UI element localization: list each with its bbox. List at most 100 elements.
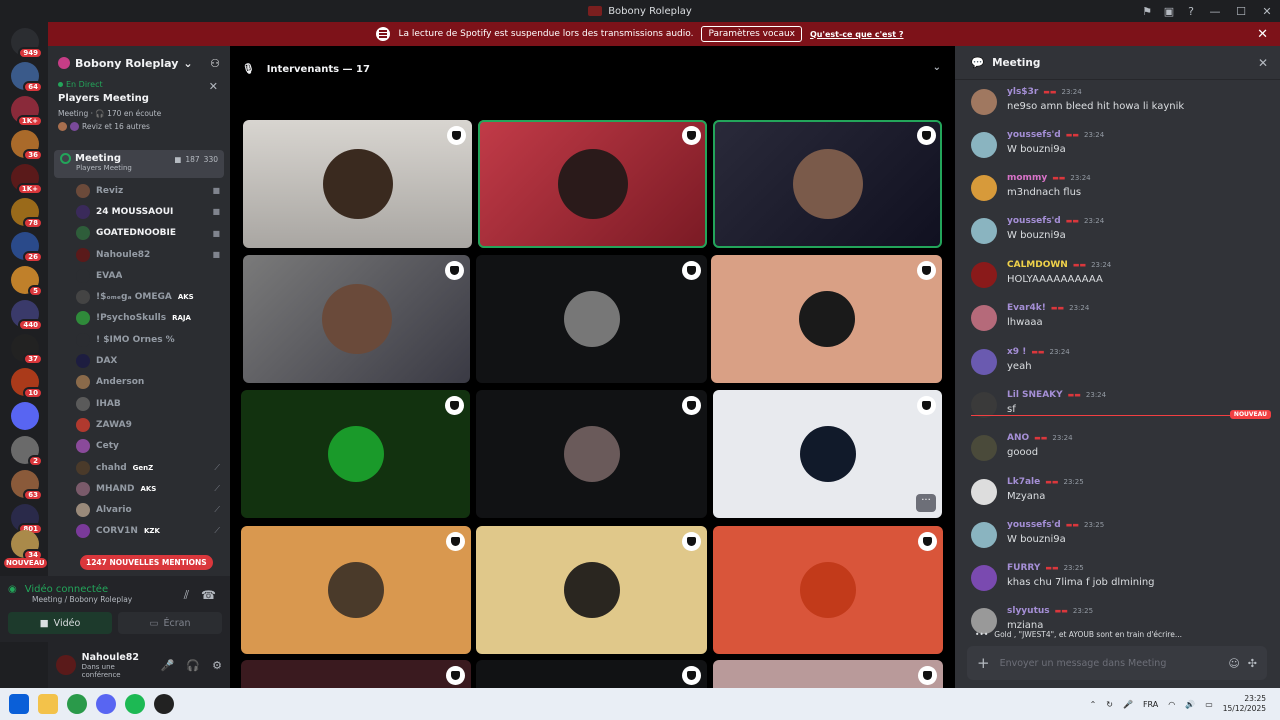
chat-message[interactable]: Evar4k! ▬▬ 23:24 lhwaaa <box>971 303 1271 343</box>
chat-message[interactable]: youssefs'd ▬▬ 23:24 W bouzni9a <box>971 130 1271 170</box>
server-icon[interactable]: 5 <box>11 266 43 297</box>
clock[interactable]: 23:25 15/12/2025 <box>1223 694 1266 714</box>
voice-member[interactable]: ! $IMO Ornes % <box>76 329 230 350</box>
avatar[interactable] <box>971 175 997 201</box>
participant-tile[interactable] <box>476 660 707 688</box>
participant-tile[interactable] <box>713 660 943 688</box>
voice-member[interactable]: Anderson <box>76 372 230 393</box>
language-indicator[interactable]: FRA <box>1143 700 1158 709</box>
close-icon[interactable]: ✕ <box>209 80 218 93</box>
voice-settings-button[interactable]: Paramètres vocaux <box>701 26 802 42</box>
add-member-icon[interactable]: ⚇ <box>210 57 220 70</box>
chat-message[interactable]: Lk7ale ▬▬ 23:25 Mzyana <box>971 477 1271 517</box>
message-author[interactable]: FURRY <box>1007 563 1040 573</box>
apps-icon[interactable]: ✣ <box>1248 657 1257 670</box>
plus-icon[interactable]: + <box>977 654 990 672</box>
participant-tile[interactable] <box>476 526 707 654</box>
voice-member[interactable]: Cety <box>76 436 230 457</box>
file-explorer-icon[interactable] <box>38 694 58 714</box>
disconnect-icon[interactable]: ☎ <box>201 588 216 603</box>
server-icon[interactable]: 801 <box>11 504 43 535</box>
microphone-icon[interactable]: 🎤 <box>161 659 175 672</box>
server-icon[interactable]: 64 <box>11 62 43 93</box>
voice-member[interactable]: CORV1N KZK ⟋ <box>76 521 230 542</box>
voice-member[interactable]: chahd GenZ ⟋ <box>76 457 230 478</box>
refresh-icon[interactable]: ↻ <box>1106 700 1113 709</box>
close-icon[interactable]: ✕ <box>1258 56 1268 70</box>
participant-tile[interactable] <box>476 255 707 383</box>
voice-member[interactable]: Nahoule82 ■ <box>76 244 230 265</box>
noise-suppression-icon[interactable]: ⫽ <box>184 588 189 603</box>
avatar[interactable] <box>56 655 76 675</box>
avatar[interactable] <box>971 132 997 158</box>
home-button[interactable]: 949 <box>11 28 43 59</box>
chat-message[interactable]: youssefs'd ▬▬ 23:24 W bouzni9a <box>971 216 1271 256</box>
headphones-icon[interactable]: 🎧 <box>186 659 200 672</box>
minimize-button[interactable]: — <box>1202 5 1228 18</box>
voice-member[interactable]: Alvario ⟋ <box>76 499 230 520</box>
voice-member[interactable]: GOATEDNOOBIE ■ <box>76 223 230 244</box>
message-author[interactable]: yls$3r <box>1007 87 1038 97</box>
microphone-icon[interactable]: 🎤 <box>1123 700 1133 709</box>
battery-icon[interactable]: ▭ <box>1205 700 1213 709</box>
banner-close-icon[interactable]: ✕ <box>1257 27 1268 42</box>
spotify-icon[interactable] <box>125 694 145 714</box>
message-author[interactable]: CALMDOWN <box>1007 260 1068 270</box>
chevron-up-icon[interactable]: ⌃ <box>1090 700 1097 709</box>
more-options-icon[interactable]: ··· <box>916 494 936 512</box>
server-icon[interactable]: 78 <box>11 198 43 229</box>
message-author[interactable]: Evar4k! <box>1007 303 1046 313</box>
chat-message[interactable]: youssefs'd ▬▬ 23:25 W bouzni9a <box>971 520 1271 560</box>
participant-tile[interactable] <box>241 526 471 654</box>
voice-member[interactable]: MHAND AKS ⟋ <box>76 478 230 499</box>
wifi-icon[interactable]: ◠ <box>1168 700 1175 709</box>
help-icon[interactable]: ? <box>1180 5 1202 18</box>
message-author[interactable]: ANO <box>1007 433 1029 443</box>
video-tile[interactable] <box>243 120 472 248</box>
windows-start-icon[interactable] <box>9 694 29 714</box>
message-author[interactable]: mommy <box>1007 173 1047 183</box>
avatar[interactable] <box>971 349 997 375</box>
voice-member[interactable]: !$ₒₘₑgₐ OMEGA AKS <box>76 286 230 307</box>
voice-member[interactable]: ZAWA9 <box>76 414 230 435</box>
voice-member[interactable]: !PsychoSkulls RAJA <box>76 308 230 329</box>
chat-message[interactable]: ANO ▬▬ 23:24 goood <box>971 433 1271 473</box>
banner-help-link[interactable]: Qu'est-ce que c'est ? <box>810 30 904 39</box>
participant-tile[interactable] <box>241 660 471 688</box>
voice-member[interactable]: 24 MOUSSAOUI ■ <box>76 201 230 222</box>
chat-message[interactable]: yls$3r ▬▬ 23:24 ne9so amn bleed hit howa li… <box>971 87 1271 127</box>
avatar[interactable] <box>971 89 997 115</box>
server-icon[interactable]: 2 <box>11 436 43 467</box>
mentions-pill[interactable]: 1247 NOUVELLES MENTIONS <box>80 555 213 570</box>
maximize-button[interactable]: ☐ <box>1228 5 1254 18</box>
participant-tile[interactable] <box>711 255 942 383</box>
participant-tile[interactable] <box>476 390 707 518</box>
server-icon[interactable]: 1K+ <box>11 164 43 195</box>
video-button[interactable]: ■ Vidéo <box>8 612 112 634</box>
voice-member[interactable]: EVAA <box>76 265 230 286</box>
participant-tile[interactable] <box>241 390 470 518</box>
message-author[interactable]: youssefs'd <box>1007 130 1061 140</box>
server-icon[interactable]: 63 <box>11 470 43 501</box>
chat-message[interactable]: x9 ! ▬▬ 23:24 yeah <box>971 347 1271 387</box>
inbox-icon[interactable]: ⚑ <box>1136 5 1158 18</box>
message-author[interactable]: x9 ! <box>1007 347 1026 357</box>
message-input[interactable]: Envoyer un message dans Meeting <box>1000 658 1167 669</box>
avatar[interactable] <box>971 479 997 505</box>
avatar[interactable] <box>971 262 997 288</box>
close-button[interactable]: ✕ <box>1254 5 1280 18</box>
chrome-icon[interactable] <box>67 694 87 714</box>
server-icon[interactable]: 37 <box>11 334 43 365</box>
server-icon[interactable]: 10 <box>11 368 43 399</box>
screen-share-button[interactable]: ▭ Écran <box>118 612 222 634</box>
video-tile[interactable] <box>713 120 942 248</box>
emoji-icon[interactable]: ☺ <box>1228 657 1239 670</box>
video-tile[interactable] <box>478 120 707 248</box>
server-header[interactable]: Bobony Roleplay ⌄ ⚇ <box>48 46 230 80</box>
avatar[interactable] <box>971 435 997 461</box>
voice-channel-meeting[interactable]: Meeting Players Meeting ■ 187 330 <box>54 150 224 178</box>
participant-tile[interactable] <box>713 526 943 654</box>
chat-message[interactable]: FURRY ▬▬ 23:25 khas chu 7lima f job dlminin… <box>971 563 1271 603</box>
voice-member[interactable]: IHAB <box>76 393 230 414</box>
server-icon[interactable]: 1K+ <box>11 96 43 127</box>
